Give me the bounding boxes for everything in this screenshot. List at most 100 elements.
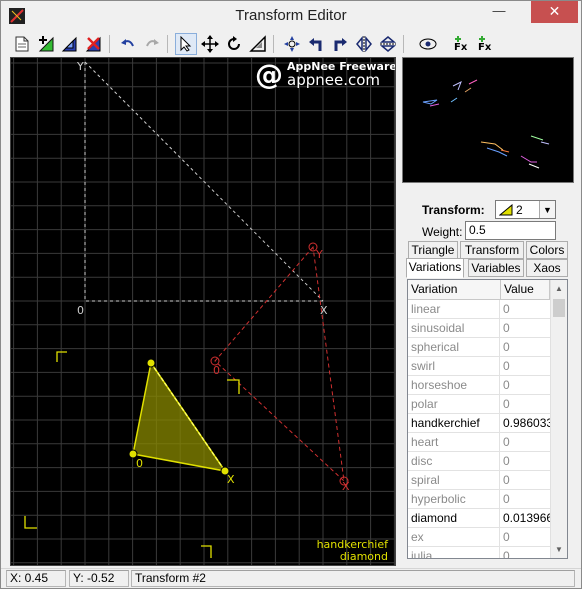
duplicate-transform-button[interactable] xyxy=(59,33,81,55)
flip-icon xyxy=(284,36,300,52)
variation-row[interactable]: handkerchief 0.986033 xyxy=(408,414,550,433)
tab-variables[interactable]: Variables xyxy=(468,259,524,277)
toolbar: Fx Fx xyxy=(7,31,575,57)
rotate-left-button[interactable] xyxy=(305,33,327,55)
undo-icon xyxy=(121,39,134,47)
variation-name: spiral xyxy=(408,471,500,490)
variation-row[interactable]: horseshoe 0 xyxy=(408,376,550,395)
duplicate-transform-icon xyxy=(61,36,77,52)
tab-xaos[interactable]: Xaos xyxy=(526,259,568,277)
flip-button[interactable] xyxy=(281,33,303,55)
scroll-down-button[interactable]: ▼ xyxy=(551,541,567,558)
close-button[interactable]: ✕ xyxy=(531,1,578,23)
variation-row[interactable]: hyperbolic 0 xyxy=(408,490,550,509)
variation-value[interactable]: 0 xyxy=(501,395,550,414)
axis-y-label: Y xyxy=(76,60,84,73)
flip-horizontal-icon xyxy=(356,35,372,53)
variation-row[interactable]: swirl 0 xyxy=(408,357,550,376)
red-label-origin: 0 xyxy=(213,364,220,377)
minimize-button[interactable]: — xyxy=(485,1,513,23)
active-vertex-y[interactable] xyxy=(146,358,156,368)
rotate-icon xyxy=(228,36,240,50)
variation-name: swirl xyxy=(408,357,500,376)
flip-vertical-button[interactable] xyxy=(377,33,399,55)
variation-scrollbar[interactable]: ▲ ▼ xyxy=(550,280,567,558)
active-triangle[interactable]: 0 X xyxy=(128,358,235,486)
svg-text:Fx: Fx xyxy=(454,42,468,53)
variation-grid[interactable]: Variation Value linear 0 sinusoidal 0 spheri… xyxy=(407,279,568,559)
add-transform-button[interactable] xyxy=(35,33,57,55)
scroll-up-button[interactable]: ▲ xyxy=(551,280,567,297)
variation-value[interactable]: 0 xyxy=(501,490,550,509)
variation-value[interactable]: 0 xyxy=(501,357,550,376)
variation-value[interactable]: 0.013966 xyxy=(501,509,550,528)
red-label-y: Y xyxy=(315,248,323,261)
weight-input[interactable]: 0.5 xyxy=(465,221,556,240)
new-button[interactable] xyxy=(11,33,33,55)
toolbar-separator xyxy=(167,35,168,53)
delete-transform-button[interactable] xyxy=(83,33,105,55)
variation-row[interactable]: julia 0 xyxy=(408,547,550,558)
variation-row[interactable]: diamond 0.013966 xyxy=(408,509,550,528)
redo-icon xyxy=(146,39,159,47)
variation-name: horseshoe xyxy=(408,376,500,395)
tab-transform[interactable]: Transform xyxy=(460,241,524,259)
show-variations-icon xyxy=(419,38,437,50)
chevron-down-icon[interactable]: ▼ xyxy=(539,201,555,218)
move-icon xyxy=(201,35,219,53)
variation-value[interactable]: 0.986033 xyxy=(501,414,550,433)
variation-row[interactable]: disc 0 xyxy=(408,452,550,471)
flip-horizontal-button[interactable] xyxy=(353,33,375,55)
variation-value[interactable]: 0 xyxy=(501,528,550,547)
scroll-thumb[interactable] xyxy=(553,299,565,317)
svg-text:@: @ xyxy=(255,58,283,91)
variation-value[interactable]: 0 xyxy=(501,471,550,490)
variation-name: linear xyxy=(408,300,500,319)
variation-row[interactable]: spiral 0 xyxy=(408,471,550,490)
variation-row[interactable]: heart 0 xyxy=(408,433,550,452)
variation-name: disc xyxy=(408,452,500,471)
variation-row[interactable]: linear 0 xyxy=(408,300,550,319)
variation-row[interactable]: ex 0 xyxy=(408,528,550,547)
variation-name: sinusoidal xyxy=(408,319,500,338)
column-header-variation[interactable]: Variation xyxy=(408,280,501,300)
redo-button[interactable] xyxy=(141,33,163,55)
variation-value[interactable]: 0 xyxy=(501,319,550,338)
post-transform-icon: Fx xyxy=(454,36,468,53)
active-label-x: X xyxy=(227,473,235,486)
inactive-triangle[interactable]: Y 0 X xyxy=(210,242,350,493)
status-transform: Transform #2 xyxy=(131,570,575,587)
status-y: Y: -0.52 xyxy=(69,570,129,587)
variation-value[interactable]: 0 xyxy=(501,300,550,319)
tab-variations[interactable]: Variations xyxy=(406,258,464,278)
transform-select-value: 2 xyxy=(516,202,523,217)
title-bar[interactable]: Transform Editor — ▢ ✕ xyxy=(1,1,581,31)
variation-value[interactable]: 0 xyxy=(501,338,550,357)
tab-colors[interactable]: Colors xyxy=(526,241,568,259)
rotate-right-button[interactable] xyxy=(329,33,351,55)
scale-button[interactable] xyxy=(247,33,269,55)
show-variations-button[interactable] xyxy=(417,33,439,55)
move-button[interactable] xyxy=(199,33,221,55)
variation-value[interactable]: 0 xyxy=(501,452,550,471)
flip-vertical-icon xyxy=(379,36,397,52)
variation-name: julia xyxy=(408,547,500,558)
variation-row[interactable]: spherical 0 xyxy=(408,338,550,357)
editor-svg: Y 0 X Y 0 X 0 X @ AppNee Freeware appnee… xyxy=(11,58,395,565)
variation-value[interactable]: 0 xyxy=(501,376,550,395)
column-header-value[interactable]: Value xyxy=(501,280,550,300)
post-transform-add-button[interactable]: Fx xyxy=(475,33,497,55)
variation-value[interactable]: 0 xyxy=(501,547,550,558)
undo-button[interactable] xyxy=(117,33,139,55)
variation-row[interactable]: polar 0 xyxy=(408,395,550,414)
svg-text:Fx: Fx xyxy=(478,42,492,53)
variation-value[interactable]: 0 xyxy=(501,433,550,452)
rotate-button[interactable] xyxy=(223,33,245,55)
post-transform-button[interactable]: Fx xyxy=(451,33,473,55)
select-button[interactable] xyxy=(175,33,197,55)
triangle-editor-canvas[interactable]: Y 0 X Y 0 X 0 X @ AppNee Freeware appnee… xyxy=(10,57,396,566)
axis-origin-label: 0 xyxy=(77,304,84,317)
tab-triangle[interactable]: Triangle xyxy=(408,241,458,259)
transform-select[interactable]: 2 ▼ xyxy=(495,200,556,219)
variation-row[interactable]: sinusoidal 0 xyxy=(408,319,550,338)
